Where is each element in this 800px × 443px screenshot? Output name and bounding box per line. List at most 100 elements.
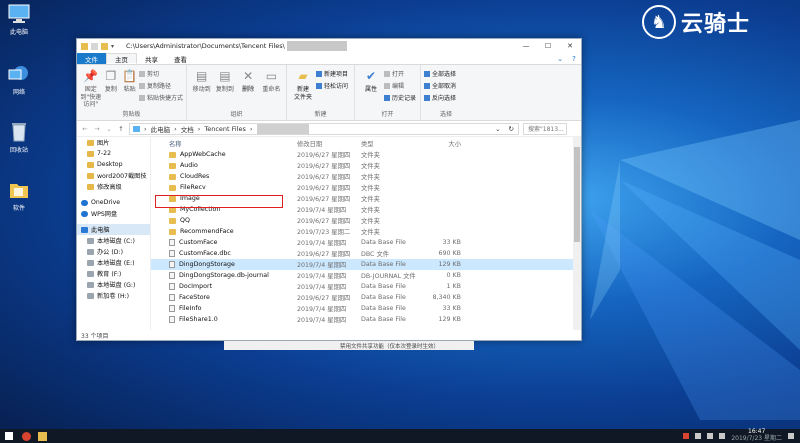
open-button[interactable]: 打开 [384,69,416,78]
volume-icon[interactable] [719,433,726,439]
file-row[interactable]: DocImport 2019/7/4 星期四 Data Base File 1 KB [151,281,581,292]
address-bar[interactable]: › 此电脑 › 文档 › Tencent Files › ⌄ ↻ [129,122,519,135]
nav-item[interactable]: word2007截图技 [77,170,150,181]
file-type: 文件夹 [361,229,380,236]
file-row[interactable]: CustomFace.dbc 2019/6/27 星期四 DBC 文件 690 KB [151,248,581,259]
file-type: Data Base File [361,316,406,323]
edit-button[interactable]: 编辑 [384,81,416,90]
desktop-icon-software[interactable]: 软件 [2,180,36,212]
help-icon[interactable]: ? [567,53,581,64]
address-dropdown-icon[interactable]: ⌄ [495,125,504,133]
properties-icon[interactable] [91,42,98,50]
back-arrow-icon[interactable]: ← [81,125,89,133]
file-row[interactable]: FileInfo 2019/7/4 星期四 Data Base File 33 KB [151,303,581,314]
nav-item[interactable]: Desktop [77,159,150,170]
chevron-down-icon[interactable]: ▾ [111,43,118,50]
breadcrumb-this-pc[interactable]: 此电脑 [151,124,171,134]
nav-item[interactable]: 图片 [77,137,150,148]
maximize-button[interactable]: ☐ [537,39,559,53]
minimize-button[interactable]: — [515,39,537,53]
breadcrumb-separator: › [144,124,147,133]
tab-file[interactable]: 文件 [77,53,106,64]
clock[interactable]: 16:47 2019/7/23 星期二 [731,429,782,442]
knight-logo-icon: ♞ [642,5,676,39]
column-size[interactable]: 大小 [423,139,461,148]
horizontal-scrollbar[interactable] [159,323,573,330]
select-none-button[interactable]: 全部取消 [424,81,456,90]
refresh-icon[interactable]: ↻ [509,125,518,133]
chevron-up-icon[interactable] [695,433,702,439]
new-item-button[interactable]: 新建项目 [316,69,348,78]
nav-item[interactable]: 本地磁盘 (C:) [77,235,150,246]
column-name[interactable]: 名称 [151,139,297,148]
desktop-icon-network[interactable]: 网络 [2,64,36,96]
file-icon [169,272,175,279]
nav-item[interactable]: 此电脑 [77,224,150,235]
file-row[interactable]: AppWebCache 2019/6/27 星期四 文件夹 [151,149,581,160]
file-type: Data Base File [361,261,406,268]
nav-item[interactable]: WPS网盘 [77,208,150,219]
nav-item[interactable]: 本地磁盘 (E:) [77,257,150,268]
breadcrumb-documents[interactable]: 文档 [181,124,194,134]
file-row[interactable]: DingDongStorage 2019/7/4 星期四 Data Base Fil… [151,259,581,270]
vertical-scrollbar[interactable] [573,137,581,330]
start-button[interactable] [0,429,18,443]
file-row[interactable]: CustomFace 2019/7/4 星期四 Data Base File 33 K… [151,237,581,248]
nav-item-label: Desktop [97,161,123,168]
forward-arrow-icon[interactable]: → [93,125,101,133]
taskbar-app[interactable] [18,429,34,443]
breadcrumb-tencent-files[interactable]: Tencent Files [204,125,246,133]
file-row[interactable]: Audio 2019/6/27 星期四 文件夹 [151,160,581,171]
ribbon-expand-icon[interactable]: ⌄ [553,53,567,64]
desktop-icon-recycle-bin[interactable]: 回收站 [2,122,36,154]
desktop-icon-this-pc[interactable]: 此电脑 [2,4,36,36]
cut-button[interactable]: 剪切 [138,69,183,78]
taskbar-app[interactable] [34,429,50,443]
file-row[interactable]: RecommendFace 2019/7/23 星期二 文件夹 [151,226,581,237]
nav-item-label: 修改高级 [97,184,122,191]
tray-app-icon[interactable] [683,433,690,439]
file-size: 129 KB [438,261,461,268]
file-row[interactable]: QQ 2019/6/27 星期四 文件夹 [151,215,581,226]
address-row: ← → ⌄ ↑ › 此电脑 › 文档 › Tencent Files › ⌄ ↻… [77,121,581,137]
file-row[interactable]: CloudRes 2019/6/27 星期四 文件夹 [151,171,581,182]
copy-path-button[interactable]: 复制路径 [138,81,183,90]
file-row[interactable]: FaceStore 2019/6/27 星期四 Data Base File 8,34… [151,292,581,303]
paste-shortcut-button[interactable]: 粘贴快捷方式 [138,93,183,102]
tab-view[interactable]: 查看 [166,53,195,64]
column-date[interactable]: 修改日期 [297,139,357,148]
network-icon[interactable] [707,433,714,439]
nav-item[interactable]: 办公 (D:) [77,246,150,257]
nav-item-label: 本地磁盘 (E:) [97,260,135,267]
file-row[interactable]: FileRecv 2019/6/27 星期四 文件夹 [151,182,581,193]
brand-name: 云骑士 [681,12,751,37]
nav-item[interactable]: 本地磁盘 (G:) [77,279,150,290]
up-arrow-icon[interactable]: ↑ [117,125,125,133]
tab-home[interactable]: 主页 [106,53,137,64]
easy-access-button[interactable]: 轻松访问 [316,81,348,90]
select-all-button[interactable]: 全部选择 [424,69,456,78]
scrollbar-thumb[interactable] [574,147,580,242]
nav-item[interactable]: 修改高级 [77,181,150,192]
close-button[interactable]: ✕ [559,39,581,53]
history-button[interactable]: 历史记录 [384,93,416,102]
search-input[interactable]: 搜索"1813... [523,122,567,135]
column-type[interactable]: 类型 [357,139,423,148]
nav-item-label: word2007截图技 [97,173,147,180]
folder-icon [87,172,94,179]
select-none-icon [424,82,430,89]
folder-icon [8,180,30,200]
recent-chevron-icon[interactable]: ⌄ [105,125,113,133]
file-name-cell: CustomFace [151,239,297,246]
nav-item[interactable]: 7-22 [77,148,150,159]
invert-selection-button[interactable]: 反向选择 [424,93,456,102]
clock-date: 2019/7/23 星期二 [731,435,782,442]
file-name-cell: FileInfo [151,305,297,312]
notifications-icon[interactable] [788,433,794,439]
tab-share[interactable]: 共享 [137,53,166,64]
new-folder-icon[interactable] [101,42,108,50]
nav-item[interactable]: 教育 (F:) [77,268,150,279]
nav-item[interactable]: OneDrive [77,197,150,208]
file-row[interactable]: DingDongStorage.db-journal 2019/7/4 星期四 DB… [151,270,581,281]
nav-item[interactable]: 新加卷 (H:) [77,290,150,301]
